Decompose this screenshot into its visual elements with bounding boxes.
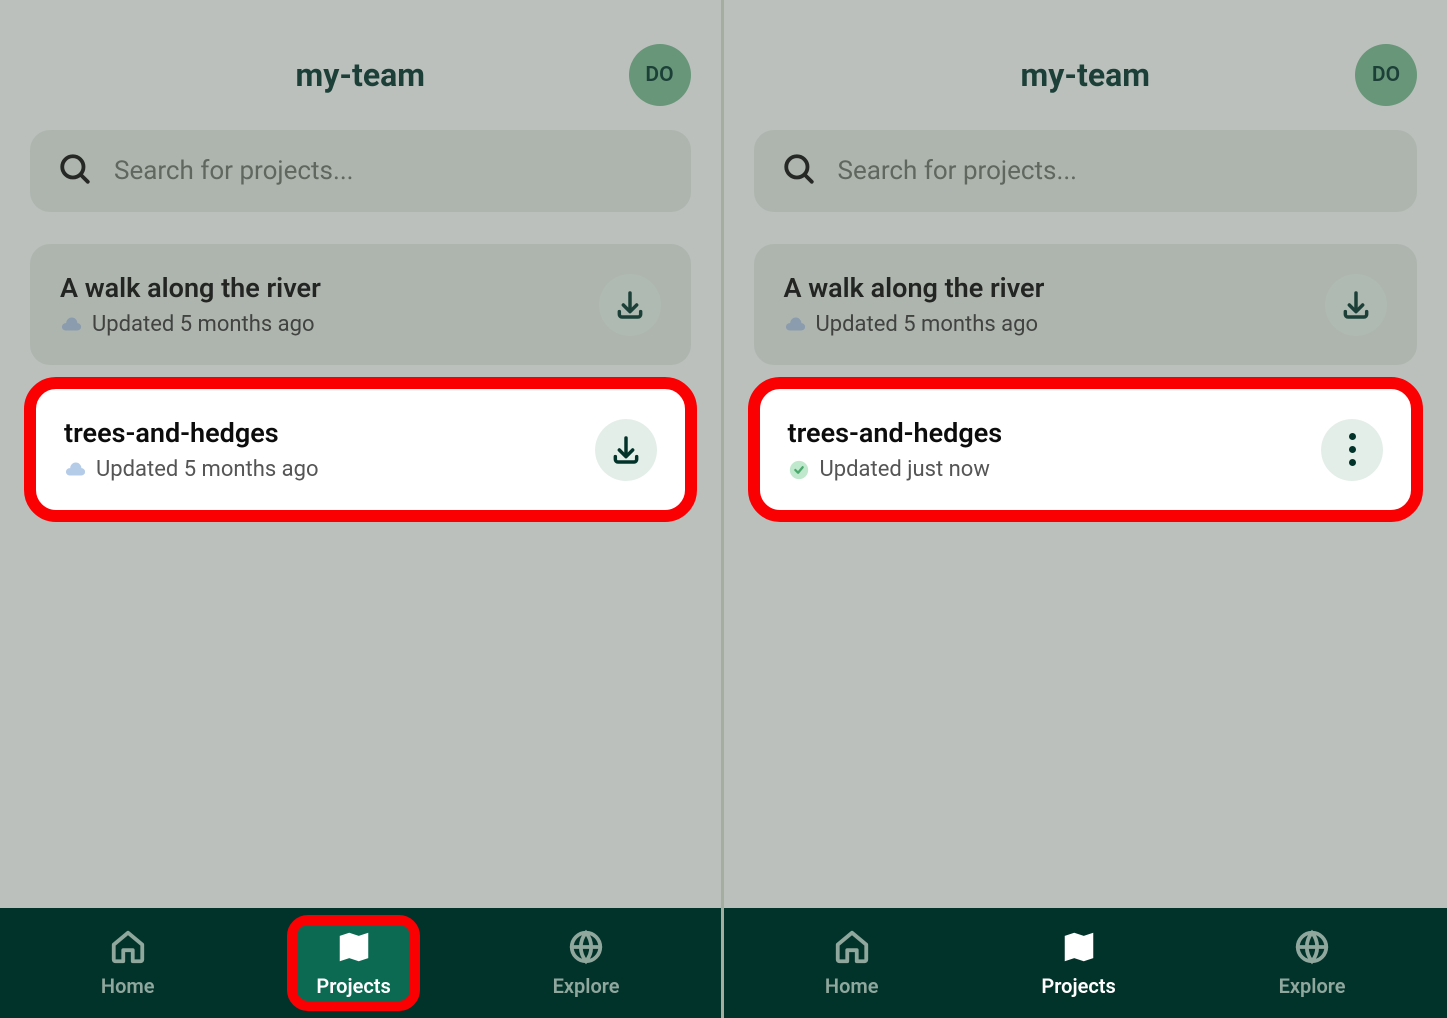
- map-icon: [335, 928, 373, 970]
- bottom-nav: Home Projects Explore: [0, 908, 721, 1018]
- nav-label: Projects: [316, 974, 390, 998]
- avatar[interactable]: DO: [1355, 44, 1417, 106]
- search-icon: [782, 152, 816, 190]
- check-circle-icon: [788, 459, 810, 481]
- project-updated: Updated just now: [820, 457, 990, 482]
- team-name: my-team: [1021, 56, 1150, 94]
- globe-icon: [1293, 928, 1331, 970]
- project-updated: Updated 5 months ago: [96, 457, 319, 482]
- search-bar[interactable]: [754, 130, 1418, 212]
- home-icon: [109, 928, 147, 970]
- bottom-nav: Home Projects Explore: [724, 908, 1447, 1018]
- nav-home[interactable]: Home: [77, 920, 179, 1006]
- nav-projects[interactable]: Projects: [292, 920, 414, 1006]
- search-icon: [58, 152, 92, 190]
- download-button[interactable]: [599, 274, 661, 336]
- project-card[interactable]: A walk along the river Updated 5 months …: [30, 244, 691, 365]
- nav-label: Home: [101, 974, 155, 998]
- cloud-icon: [64, 459, 86, 481]
- more-menu-button[interactable]: [1321, 419, 1383, 481]
- more-vertical-icon: [1349, 433, 1356, 466]
- header: my-team DO: [754, 30, 1418, 120]
- avatar[interactable]: DO: [629, 44, 691, 106]
- left-pane: my-team DO A walk along the river: [0, 0, 724, 1018]
- nav-label: Explore: [553, 974, 620, 998]
- team-name: my-team: [296, 56, 425, 94]
- map-icon: [1060, 928, 1098, 970]
- project-card-highlighted[interactable]: trees-and-hedges Updated just now: [754, 383, 1418, 516]
- project-card-highlighted[interactable]: trees-and-hedges Updated 5 months ago: [30, 383, 691, 516]
- right-pane: my-team DO A walk along the river: [724, 0, 1447, 1018]
- project-updated: Updated 5 months ago: [92, 312, 315, 337]
- nav-home[interactable]: Home: [801, 920, 903, 1006]
- project-card[interactable]: A walk along the river Updated 5 months …: [754, 244, 1418, 365]
- nav-label: Explore: [1279, 974, 1346, 998]
- nav-explore[interactable]: Explore: [1255, 920, 1370, 1006]
- nav-label: Projects: [1041, 974, 1115, 998]
- nav-projects[interactable]: Projects: [1017, 920, 1139, 1006]
- cloud-icon: [60, 314, 82, 336]
- header: my-team DO: [30, 30, 691, 120]
- download-button[interactable]: [595, 419, 657, 481]
- search-input[interactable]: [114, 156, 663, 186]
- search-bar[interactable]: [30, 130, 691, 212]
- nav-explore[interactable]: Explore: [529, 920, 644, 1006]
- project-title: A walk along the river: [60, 272, 321, 304]
- download-button[interactable]: [1325, 274, 1387, 336]
- nav-label: Home: [825, 974, 879, 998]
- project-title: trees-and-hedges: [788, 417, 1003, 449]
- project-title: A walk along the river: [784, 272, 1045, 304]
- globe-icon: [567, 928, 605, 970]
- home-icon: [833, 928, 871, 970]
- project-updated: Updated 5 months ago: [816, 312, 1039, 337]
- cloud-icon: [784, 314, 806, 336]
- search-input[interactable]: [838, 156, 1390, 186]
- project-title: trees-and-hedges: [64, 417, 319, 449]
